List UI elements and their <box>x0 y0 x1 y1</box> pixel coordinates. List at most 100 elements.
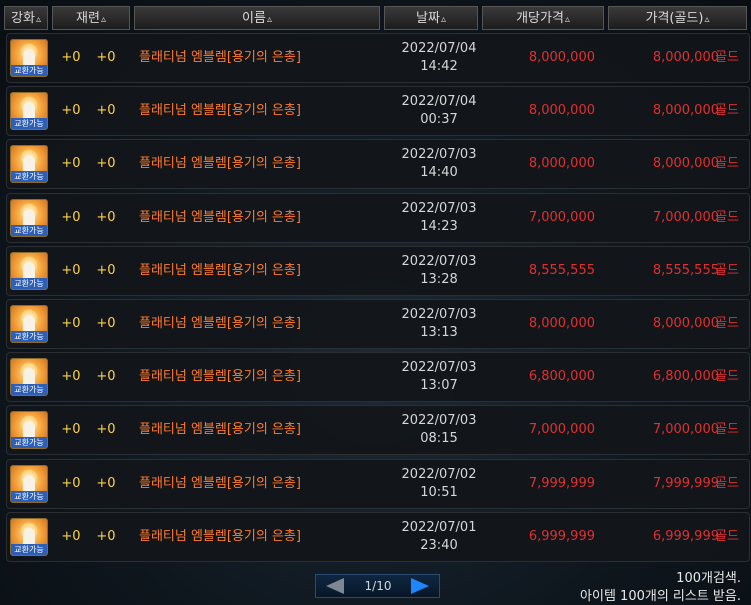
total-price: 8,555,555 골드 <box>605 247 745 295</box>
sale-date: 2022/07/03 <box>401 413 477 428</box>
refine-value: +0 <box>96 316 116 331</box>
header-unit-price[interactable]: 개당가격▵ <box>482 6 604 30</box>
total-price-value: 8,000,000 <box>652 156 719 171</box>
tradable-badge: 교환가능 <box>11 278 47 289</box>
tradable-badge: 교환가능 <box>11 437 47 448</box>
sale-date: 2022/07/03 <box>401 307 477 322</box>
sale-datetime: 2022/07/03 14:23 <box>385 200 493 248</box>
sort-triangle-icon: ▵ <box>564 14 570 25</box>
total-price-value: 6,800,000 <box>652 369 719 384</box>
enhance-value: +0 <box>61 156 81 171</box>
prev-page-arrow-icon[interactable] <box>326 578 344 594</box>
table-row[interactable]: 교환가능 +0 +0 플래티넘 엠블렘[용기의 은총] 2022/07/01 23:40 6… <box>6 512 750 562</box>
header-unit-price-label: 개당가격 <box>516 11 564 26</box>
enhance-value: +0 <box>61 369 81 384</box>
emblem-item-icon[interactable]: 교환가능 <box>10 199 48 237</box>
sale-time: 00:37 <box>420 112 458 127</box>
gold-currency-label: 골드 <box>715 476 739 491</box>
enhance-value: +0 <box>61 263 81 278</box>
unit-price: 7,000,000 <box>528 422 595 437</box>
enhance-value: +0 <box>61 210 81 225</box>
total-price-value: 8,000,000 <box>652 316 719 331</box>
total-price-value: 7,000,000 <box>652 210 719 225</box>
sort-triangle-icon: ▵ <box>440 14 446 25</box>
sale-datetime: 2022/07/03 14:40 <box>385 146 493 194</box>
emblem-item-icon[interactable]: 교환가능 <box>10 92 48 130</box>
table-row[interactable]: 교환가능 +0 +0 플래티넘 엠블렘[용기의 은총] 2022/07/04 14:42 8… <box>6 33 750 83</box>
item-name: 플래티넘 엠블렘[용기의 은총] <box>139 476 301 491</box>
header-name-label: 이름 <box>242 11 266 26</box>
gold-currency-label: 골드 <box>715 263 739 278</box>
emblem-item-icon[interactable]: 교환가능 <box>10 465 48 503</box>
refine-value: +0 <box>96 422 116 437</box>
sale-date: 2022/07/01 <box>401 520 477 535</box>
header-price[interactable]: 가격(골드)▵ <box>608 6 747 30</box>
next-page-arrow-icon[interactable] <box>411 578 429 594</box>
table-row[interactable]: 교환가능 +0 +0 플래티넘 엠블렘[용기의 은총] 2022/07/03 14:40 8… <box>6 139 750 189</box>
header-date[interactable]: 날짜▵ <box>384 6 478 30</box>
enhance-value: +0 <box>61 422 81 437</box>
item-name: 플래티넘 엠블렘[용기의 은총] <box>139 316 301 331</box>
table-header: 강화▵ 재련▵ 이름▵ 날짜▵ 개당가격▵ 가격(골드)▵ <box>4 6 749 30</box>
tradable-badge: 교환가능 <box>11 331 47 342</box>
unit-price: 8,000,000 <box>528 316 595 331</box>
refine-value: +0 <box>96 476 116 491</box>
sale-time: 08:15 <box>420 431 458 446</box>
sale-date: 2022/07/04 <box>401 41 477 56</box>
emblem-item-icon[interactable]: 교환가능 <box>10 305 48 343</box>
header-refine[interactable]: 재련▵ <box>52 6 130 30</box>
refine-value: +0 <box>96 103 116 118</box>
total-price-value: 6,999,999 <box>652 529 719 544</box>
header-name[interactable]: 이름▵ <box>134 6 380 30</box>
enhance-value: +0 <box>61 529 81 544</box>
table-row[interactable]: 교환가능 +0 +0 플래티넘 엠블렘[용기의 은총] 2022/07/03 14:23 7… <box>6 193 750 243</box>
emblem-item-icon[interactable]: 교환가능 <box>10 252 48 290</box>
unit-price: 7,999,999 <box>528 476 595 491</box>
tradable-badge: 교환가능 <box>11 171 47 182</box>
table-row[interactable]: 교환가능 +0 +0 플래티넘 엠블렘[용기의 은총] 2022/07/02 10:51 7… <box>6 459 750 509</box>
sale-datetime: 2022/07/03 13:07 <box>385 359 493 407</box>
search-count-text: 100개검색. <box>676 571 741 586</box>
total-price: 7,999,999 골드 <box>605 460 745 508</box>
header-enhance[interactable]: 강화▵ <box>4 6 48 30</box>
table-row[interactable]: 교환가능 +0 +0 플래티넘 엠블렘[용기의 은총] 2022/07/03 13:07 6… <box>6 352 750 402</box>
table-row[interactable]: 교환가능 +0 +0 플래티넘 엠블렘[용기의 은총] 2022/07/03 08:15 7… <box>6 405 750 455</box>
refine-value: +0 <box>96 369 116 384</box>
enhance-value: +0 <box>61 50 81 65</box>
emblem-item-icon[interactable]: 교환가능 <box>10 358 48 396</box>
emblem-item-icon[interactable]: 교환가능 <box>10 411 48 449</box>
total-price-value: 8,555,555 <box>652 263 719 278</box>
gold-currency-label: 골드 <box>715 422 739 437</box>
header-enhance-label: 강화 <box>11 11 35 26</box>
refine-value: +0 <box>96 529 116 544</box>
sale-date: 2022/07/02 <box>401 467 477 482</box>
sort-triangle-icon: ▵ <box>100 14 106 25</box>
enhance-value: +0 <box>61 103 81 118</box>
sale-time: 23:40 <box>420 538 458 553</box>
total-price-value: 7,999,999 <box>652 476 719 491</box>
page-indicator: 1/10 <box>364 579 392 593</box>
gold-currency-label: 골드 <box>715 210 739 225</box>
total-price: 8,000,000 골드 <box>605 140 745 188</box>
unit-price: 7,000,000 <box>528 210 595 225</box>
unit-price: 6,800,000 <box>528 369 595 384</box>
table-row[interactable]: 교환가능 +0 +0 플래티넘 엠블렘[용기의 은총] 2022/07/04 00:37 8… <box>6 86 750 136</box>
emblem-item-icon[interactable]: 교환가능 <box>10 518 48 556</box>
table-row[interactable]: 교환가능 +0 +0 플래티넘 엠블렘[용기의 은총] 2022/07/03 13:28 8… <box>6 246 750 296</box>
sale-time: 13:28 <box>420 272 458 287</box>
refine-value: +0 <box>96 210 116 225</box>
emblem-item-icon[interactable]: 교환가능 <box>10 145 48 183</box>
item-name: 플래티넘 엠블렘[용기의 은총] <box>139 263 301 278</box>
emblem-item-icon[interactable]: 교환가능 <box>10 39 48 77</box>
sale-time: 13:13 <box>420 325 458 340</box>
unit-price: 8,000,000 <box>528 156 595 171</box>
item-name: 플래티넘 엠블렘[용기의 은총] <box>139 529 301 544</box>
sale-datetime: 2022/07/04 14:42 <box>385 40 493 88</box>
table-row[interactable]: 교환가능 +0 +0 플래티넘 엠블렘[용기의 은총] 2022/07/03 13:13 8… <box>6 299 750 349</box>
header-refine-label: 재련 <box>76 11 100 26</box>
gold-currency-label: 골드 <box>715 316 739 331</box>
sort-triangle-icon: ▵ <box>266 14 272 25</box>
tradable-badge: 교환가능 <box>11 65 47 76</box>
gold-currency-label: 골드 <box>715 156 739 171</box>
tradable-badge: 교환가능 <box>11 118 47 129</box>
